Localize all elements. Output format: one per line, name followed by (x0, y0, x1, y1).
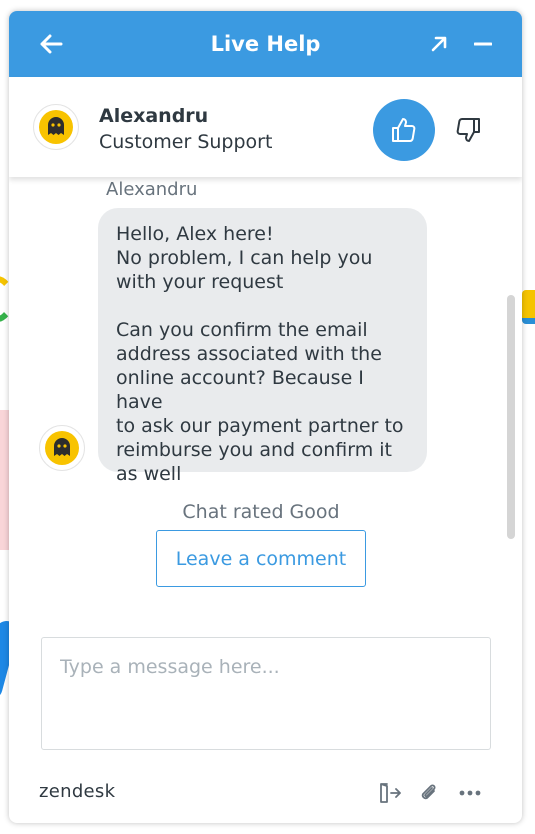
message-line: online account? Because I have (116, 367, 364, 413)
message-line: as well (116, 463, 182, 485)
arrow-left-icon (40, 34, 63, 54)
rate-bad-button[interactable] (449, 107, 487, 153)
message-log: Alexandru Hello, Alex here! No problem, … (9, 177, 522, 627)
message-line: to ask our payment partner to (116, 415, 404, 437)
minus-icon (474, 42, 492, 46)
thumbs-down-icon (456, 118, 480, 142)
message-line: with your request (116, 271, 284, 293)
message-line: Can you confirm the email (116, 319, 368, 341)
message-composer[interactable] (41, 637, 491, 750)
popout-button[interactable] (421, 11, 457, 77)
chat-title: Live Help (210, 32, 321, 56)
agent-avatar (33, 104, 79, 150)
message-line: No problem, I can help you (116, 247, 373, 269)
attach-file-button[interactable] (415, 779, 443, 807)
background-decoration (0, 410, 9, 550)
message-line: Hello, Alex here! (116, 223, 274, 245)
agent-name: Alexandru (99, 105, 209, 127)
thumbs-up-icon (392, 118, 416, 142)
message-avatar (39, 425, 85, 471)
agent-role: Customer Support (99, 131, 273, 153)
paperclip-icon (421, 784, 436, 800)
back-button[interactable] (31, 11, 71, 77)
rate-good-button[interactable] (373, 99, 435, 161)
chat-header: Live Help (9, 11, 522, 77)
chat-widget: Live Help Alexandru Customer Support Ale… (9, 11, 522, 823)
message-line: reimburse you and confirm it (116, 439, 392, 461)
leave-comment-button[interactable]: Leave a comment (156, 530, 366, 587)
end-chat-icon (380, 783, 401, 803)
zendesk-brand: zendesk (39, 781, 116, 802)
message-line: address associated with the (116, 343, 382, 365)
minimize-button[interactable] (465, 11, 501, 77)
more-options-button[interactable] (456, 779, 484, 807)
more-options-icon (459, 790, 481, 796)
agent-info-bar: Alexandru Customer Support (9, 77, 522, 177)
background-decoration (522, 290, 535, 324)
arrow-up-right-icon (431, 36, 447, 52)
message-bubble: Hello, Alex here! No problem, I can help… (98, 208, 427, 485)
message-scrollbar[interactable] (507, 295, 515, 539)
chat-footer: zendesk (9, 773, 522, 813)
rating-status: Chat rated Good (182, 501, 340, 523)
ghost-avatar-icon (39, 110, 73, 144)
message-sender: Alexandru (106, 179, 198, 200)
end-chat-button[interactable] (376, 779, 404, 807)
message-input[interactable] (60, 656, 472, 678)
ghost-avatar-icon (45, 431, 79, 465)
